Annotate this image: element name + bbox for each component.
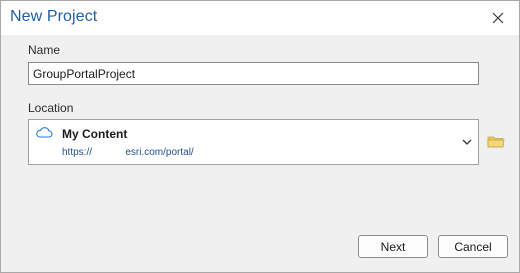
title-bar: New Project <box>1 1 519 35</box>
close-icon[interactable] <box>489 9 507 27</box>
location-title: My Content <box>62 127 128 141</box>
browse-folder-button[interactable] <box>487 134 505 149</box>
location-label: Location <box>28 101 74 115</box>
next-button[interactable]: Next <box>358 235 428 258</box>
name-label: Name <box>28 43 61 57</box>
chevron-down-icon <box>462 139 472 145</box>
new-project-dialog: New Project Name Location My Content htt… <box>0 0 520 273</box>
dialog-title: New Project <box>10 8 98 25</box>
folder-icon <box>487 136 505 148</box>
location-url: https:// esri.com/portal/ <box>62 147 194 158</box>
location-dropdown[interactable]: My Content https:// esri.com/portal/ <box>28 119 479 165</box>
cloud-icon <box>36 127 53 138</box>
cancel-button[interactable]: Cancel <box>438 235 508 258</box>
name-input[interactable] <box>28 62 479 85</box>
